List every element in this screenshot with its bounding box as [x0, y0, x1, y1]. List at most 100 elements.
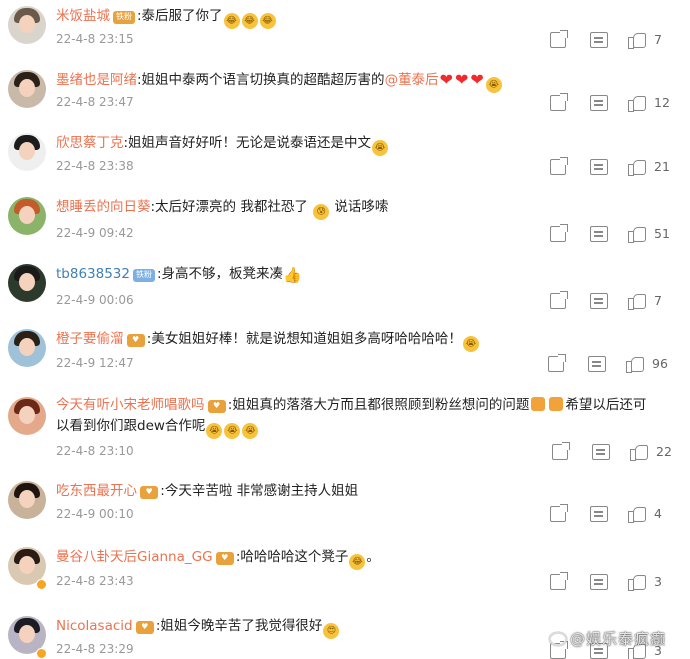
username-link[interactable]: Nicolasacid — [56, 618, 133, 634]
like-icon[interactable] — [628, 225, 646, 243]
like-icon[interactable] — [628, 158, 646, 176]
emoji-icon: 😰 — [313, 204, 330, 220]
comment-text: :美女姐姐好棒！就是说想知道姐姐多高呀哈哈哈哈！ — [146, 331, 462, 347]
comment-timestamp: 22-4-9 00:10 — [56, 507, 134, 521]
comment-body: tb8638532 铁粉:身高不够，板凳来凑👍 — [56, 264, 676, 285]
avatar[interactable] — [8, 329, 46, 367]
comment-body: 墨绪也是阿绪:姐姐中泰两个语言切换真的超酷超厉害的@董泰后❤ ❤ ❤ 😭 — [56, 70, 676, 93]
like-icon[interactable] — [628, 573, 646, 591]
comment-body: 欣思蔡丁克:姐姐声音好好听！无论是说泰语还是中文 😭 — [56, 133, 676, 156]
comment-actions: 51 — [550, 224, 680, 244]
share-icon[interactable] — [550, 572, 568, 590]
comment-text: 。 — [366, 549, 380, 565]
username-link[interactable]: 欣思蔡丁克 — [56, 135, 124, 151]
comment-actions: 12 — [550, 93, 680, 113]
emoji-icon: 😂 — [349, 554, 366, 570]
share-icon[interactable] — [550, 291, 568, 309]
like-icon[interactable] — [630, 443, 648, 461]
heart-emoji-icon: ❤ — [470, 70, 484, 89]
comment-text: :哈哈哈哈这个凳子 — [235, 549, 349, 565]
comment-actions: 4 — [550, 504, 680, 524]
like-count: 3 — [654, 574, 662, 589]
username-link[interactable]: 曼谷八卦天后Gianna_GG — [56, 549, 213, 565]
share-icon[interactable] — [548, 354, 566, 372]
reply-icon[interactable] — [590, 226, 608, 242]
comment-timestamp: 22-4-8 23:38 — [56, 159, 134, 173]
avatar[interactable] — [8, 197, 46, 235]
comment-timestamp: 22-4-8 23:15 — [56, 32, 134, 46]
emoji-icon: 😭 — [485, 77, 502, 93]
like-icon[interactable] — [628, 94, 646, 112]
watermark-text: @娱乐泰疯癫 — [569, 630, 666, 648]
heart-emoji-icon: ❤ — [454, 70, 469, 89]
comment-item: tb8638532 铁粉:身高不够，板凳来凑👍 22-4-9 00:06 7 — [0, 258, 690, 322]
comment-list: 米饭盐城 铁粉:泰后服了你了 😂 😂 😂 22-4-8 23:15 7 墨绪也是阿绪:姐姐中泰… — [0, 0, 690, 659]
share-icon[interactable] — [550, 30, 568, 48]
username-link[interactable]: 想睡丢的向日葵 — [56, 199, 151, 215]
avatar[interactable] — [8, 397, 46, 435]
thumbs-up-emoji-icon: 👍 — [283, 266, 302, 284]
comment-actions: 7 — [550, 291, 680, 311]
reply-icon[interactable] — [588, 356, 606, 372]
comment-actions: 7 — [550, 30, 680, 50]
reply-icon[interactable] — [590, 159, 608, 175]
like-icon[interactable] — [626, 355, 644, 373]
like-icon[interactable] — [628, 31, 646, 49]
comment-timestamp: 22-4-8 23:29 — [56, 642, 134, 656]
mention-link[interactable]: @董泰后 — [385, 72, 439, 88]
comment-body: 橙子要偷溜 ♥ :美女姐姐好棒！就是说想知道姐姐多高呀哈哈哈哈！ 😭 — [56, 329, 676, 352]
fan-badge-icon: ♥ — [126, 334, 145, 347]
gift-emoji-icon — [531, 397, 546, 411]
share-icon[interactable] — [552, 442, 570, 460]
weibo-logo-icon — [548, 632, 567, 646]
like-count: 7 — [654, 32, 662, 47]
reply-icon[interactable] — [592, 444, 610, 460]
reply-icon[interactable] — [590, 293, 608, 309]
fan-badge-icon: ♥ — [135, 621, 154, 634]
emoji-icon: 😭 — [372, 140, 389, 156]
reply-icon[interactable] — [590, 574, 608, 590]
comment-text: :身高不够，板凳来凑 — [157, 266, 284, 282]
comment-body: 米饭盐城 铁粉:泰后服了你了 😂 😂 😂 — [56, 6, 676, 29]
like-count: 51 — [654, 226, 670, 241]
share-icon[interactable] — [550, 93, 568, 111]
emoji-icon: 😭 — [206, 423, 223, 439]
comment-body: 今天有听小宋老师唱歌吗 ♥ :姐姐真的落落大方而且都很照顾到粉丝想问的问题 希望以… — [56, 395, 656, 439]
comment-text: :姐姐真的落落大方而且都很照顾到粉丝想问的问题 — [227, 397, 530, 413]
like-icon[interactable] — [628, 505, 646, 523]
avatar[interactable] — [8, 481, 46, 519]
comment-actions: 22 — [552, 442, 682, 462]
emoji-icon: 😂 — [259, 13, 276, 29]
comment-body: 吃东西最开心 ♥ :今天辛苦啦 非常感谢主持人姐姐 — [56, 481, 676, 501]
avatar[interactable] — [8, 70, 46, 108]
like-icon[interactable] — [628, 292, 646, 310]
comment-text: :姐姐今晚辛苦了我觉得很好 — [155, 618, 323, 634]
verified-badge-icon — [36, 579, 47, 590]
watermark: @娱乐泰疯癫 — [548, 628, 666, 649]
share-icon[interactable] — [550, 224, 568, 242]
fan-badge-icon: ♥ — [140, 486, 159, 499]
emoji-icon: 😍 — [323, 623, 340, 639]
like-count: 22 — [656, 444, 672, 459]
reply-icon[interactable] — [590, 95, 608, 111]
emoji-icon: 😭 — [224, 423, 241, 439]
comment-text: :太后好漂亮的 我都社恐了 — [150, 199, 313, 215]
username-link[interactable]: 橙子要偷溜 — [56, 331, 124, 347]
username-link[interactable]: 今天有听小宋老师唱歌吗 — [56, 397, 205, 413]
username-link[interactable]: 吃东西最开心 — [56, 483, 137, 499]
username-link[interactable]: 米饭盐城 — [56, 8, 110, 24]
fan-badge-icon: ♥ — [215, 552, 234, 565]
share-icon[interactable] — [550, 504, 568, 522]
fan-badge-icon: ♥ — [207, 400, 226, 413]
avatar[interactable] — [8, 6, 46, 44]
iron-fan-badge: 铁粉 — [133, 269, 155, 282]
comment-timestamp: 22-4-9 12:47 — [56, 356, 134, 370]
username-link[interactable]: 墨绪也是阿绪 — [56, 72, 137, 88]
avatar[interactable] — [8, 133, 46, 171]
avatar[interactable] — [8, 264, 46, 302]
like-count: 4 — [654, 506, 662, 521]
share-icon[interactable] — [550, 157, 568, 175]
username-link[interactable]: tb8638532 — [56, 266, 130, 282]
reply-icon[interactable] — [590, 506, 608, 522]
reply-icon[interactable] — [590, 32, 608, 48]
